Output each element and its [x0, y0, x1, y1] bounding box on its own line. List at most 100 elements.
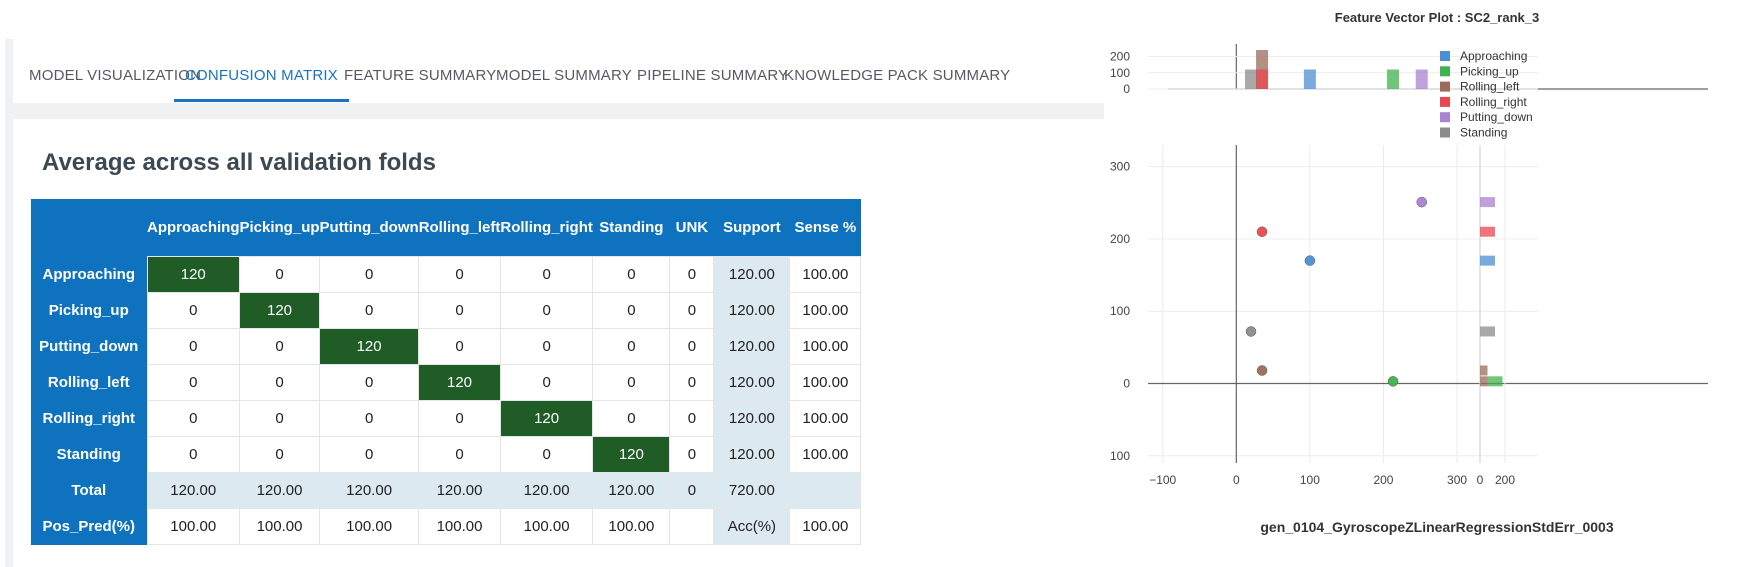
column-header: Standing [592, 199, 670, 257]
matrix-cell: 0 [238, 364, 321, 401]
confusion-matrix-heading: Average across all validation folds [42, 149, 436, 176]
matrix-cell: 0 [319, 436, 420, 473]
column-header: Approaching [147, 199, 240, 257]
matrix-cell: 0 [669, 472, 715, 509]
matrix-cell: 120 [592, 436, 671, 473]
matrix-cell: 0 [418, 256, 501, 293]
tab-feature-summary[interactable]: FEATURE SUMMARY [344, 39, 496, 101]
top-hist-bar [1303, 69, 1316, 89]
feature-vector-plot[interactable]: Feature Vector Plot : SC2_rank_3 −100 0 10… [1110, 0, 1763, 567]
matrix-cell: 0 [319, 292, 420, 329]
matrix-cell: 0 [238, 328, 321, 365]
row-header: Pos_Pred(%) [31, 508, 147, 545]
matrix-cell: 0 [418, 292, 501, 329]
scatter-point [1256, 365, 1268, 376]
tab-knowledge-pack-summary[interactable]: KNOWLEDGE PACK SUMMARY [784, 39, 1010, 101]
matrix-cell: Acc(%) [713, 508, 791, 545]
tab-bar: MODEL VISUALIZATION CONFUSION MATRIX FEA… [13, 39, 1104, 103]
right-hist-bar [1480, 226, 1495, 237]
matrix-cell: 120.00 [418, 472, 501, 509]
x-tick-label: −100 [1149, 473, 1176, 487]
matrix-cell: 100.00 [789, 292, 862, 329]
matrix-cell: 100.00 [592, 508, 671, 545]
matrix-cell: 120.00 [713, 292, 791, 329]
row-header: Rolling_right [31, 400, 147, 437]
legend-item: Rolling_left [1460, 80, 1520, 94]
matrix-cell: 0 [418, 328, 501, 365]
matrix-cell: 0 [418, 436, 501, 473]
header-row: Approaching Picking_up Putting_down Roll… [31, 199, 861, 257]
tab-model-summary[interactable]: MODEL SUMMARY [496, 39, 632, 101]
y-tick-label: 200 [1110, 232, 1130, 246]
row-header: Standing [31, 436, 147, 473]
matrix-cell: 100.00 [789, 328, 862, 365]
matrix-cell: 0 [592, 256, 671, 293]
matrix-cell: 0 [499, 328, 594, 365]
column-header: Picking_up [239, 199, 320, 257]
matrix-cell: 120.00 [713, 436, 791, 473]
tab-pipeline-summary[interactable]: PIPELINE SUMMARY [637, 39, 788, 101]
legend-item: Approaching [1460, 49, 1527, 63]
matrix-cell: 0 [146, 328, 240, 365]
matrix-cell: 0 [319, 400, 420, 437]
plot-title: Feature Vector Plot : SC2_rank_3 [1335, 10, 1539, 25]
row-header: Picking_up [31, 292, 147, 329]
matrix-cell: 100.00 [789, 256, 862, 293]
plot-legend[interactable]: ApproachingPicking_up Rolling_leftRolling… [1440, 49, 1533, 140]
matrix-cell: 0 [499, 436, 594, 473]
matrix-cell: 120 [499, 400, 594, 437]
right-hist-bar [1480, 365, 1488, 376]
corner-cell [31, 199, 147, 257]
matrix-cell: 100.00 [789, 508, 862, 545]
legend-swatch [1440, 81, 1450, 92]
matrix-cell: 120.00 [146, 472, 240, 509]
column-header: Sense % [789, 199, 861, 257]
matrix-cell: 120 [319, 328, 420, 365]
column-header: Support [713, 199, 790, 257]
matrix-cell: 0 [669, 400, 715, 437]
table-row: Picking_up 0 120 0 0 0 0 0 120.00 100.00 [31, 292, 862, 329]
column-header: Rolling_right [500, 199, 593, 257]
matrix-cell: 100.00 [238, 508, 321, 545]
tab-confusion-matrix[interactable]: CONFUSION MATRIX [174, 39, 349, 102]
legend-item: Rolling_right [1460, 95, 1527, 109]
x-tick-label: 200 [1373, 473, 1393, 487]
row-header: Total [31, 472, 147, 509]
matrix-cell: 0 [146, 400, 240, 437]
right-hist-bar [1480, 197, 1495, 208]
top-hist-bar [1256, 69, 1269, 89]
matrix-cell: 0 [592, 364, 671, 401]
matrix-cell: 0 [146, 292, 240, 329]
matrix-cell: 0 [319, 256, 420, 293]
top-hist-tick-label: 0 [1123, 82, 1130, 96]
legend-swatch [1440, 127, 1450, 138]
right-hist-bar [1480, 255, 1495, 266]
row-header: Putting_down [31, 328, 147, 365]
scatter-point [1304, 255, 1316, 266]
matrix-cell [789, 472, 862, 509]
matrix-cell: 120.00 [713, 400, 791, 437]
top-hist-tick-label: 200 [1110, 50, 1130, 64]
x-tick-label: 0 [1233, 473, 1240, 487]
column-header: Rolling_left [418, 199, 501, 257]
matrix-cell: 120.00 [713, 328, 791, 365]
matrix-cell: 0 [592, 328, 671, 365]
matrix-cell: 0 [238, 256, 321, 293]
top-hist-bar [1245, 69, 1258, 89]
table-row: Rolling_right 0 0 0 0 120 0 0 120.00 100.00 [31, 400, 862, 437]
matrix-cell: 0 [592, 292, 671, 329]
x-tick-label: 100 [1300, 473, 1320, 487]
scatter-point [1245, 326, 1257, 337]
scatter-points [1245, 196, 1427, 387]
right-hist-tick-label: 200 [1495, 473, 1515, 487]
matrix-cell: 0 [669, 328, 715, 365]
right-hist-bar [1480, 326, 1495, 337]
y-tick-label: 0 [1123, 377, 1130, 391]
table-row: Standing 0 0 0 0 0 120 0 120.00 100.00 [31, 436, 862, 473]
scatter-point [1387, 376, 1399, 387]
table-row: Total 120.00 120.00 120.00 120.00 120.00 120.0… [31, 472, 862, 509]
scatter-point [1256, 226, 1268, 237]
top-hist-bar [1415, 69, 1428, 89]
matrix-cell: 0 [319, 364, 420, 401]
row-header: Approaching [31, 256, 147, 293]
